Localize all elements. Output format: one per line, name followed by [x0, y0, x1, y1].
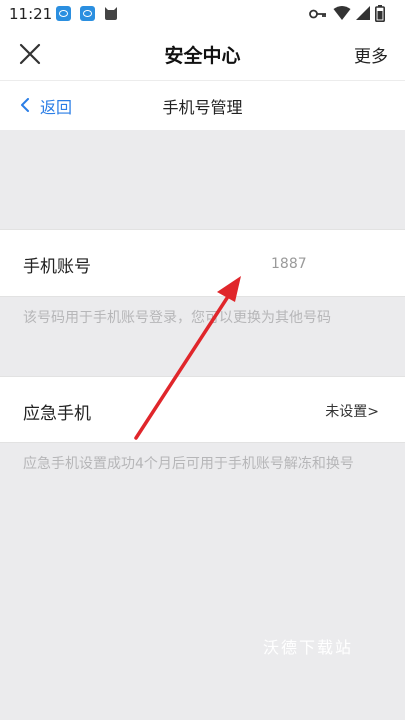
- status-bar: 11:21: [0, 0, 405, 28]
- emergency-phone-value[interactable]: 未设置>: [325, 401, 379, 421]
- status-time: 11:21: [9, 5, 53, 23]
- battery-icon: [375, 5, 385, 22]
- signal-icon: [356, 6, 370, 20]
- title-bar: 安全中心 更多: [0, 28, 405, 81]
- page-title: 安全中心: [164, 45, 241, 67]
- section-title: 手机号管理: [162, 98, 243, 117]
- system-icons: [309, 5, 399, 23]
- phone-account-label: 手机账号: [23, 257, 91, 277]
- emergency-phone-description: 应急手机设置成功4个月后可用于手机账号解冻和换号: [23, 456, 354, 472]
- phone-account-row: 手机账号 1887: [0, 229, 405, 297]
- emergency-phone-row[interactable]: 应急手机 未设置>: [0, 376, 405, 443]
- wifi-icon: [333, 6, 351, 20]
- key-icon: [309, 9, 326, 19]
- watermark: 沃德下载站: [263, 638, 354, 657]
- cat-icon: [105, 7, 117, 20]
- sub-header: 返回 手机号管理: [0, 81, 405, 130]
- phone-account-description: 该号码用于手机账号登录，您可以更换为其他号码: [23, 310, 331, 326]
- emergency-phone-label: 应急手机: [23, 404, 91, 424]
- phone-account-value: 1887: [271, 256, 307, 272]
- app-notification-icon: [56, 6, 71, 21]
- more-button[interactable]: 更多: [354, 42, 388, 67]
- app-notification-icon: [80, 6, 95, 21]
